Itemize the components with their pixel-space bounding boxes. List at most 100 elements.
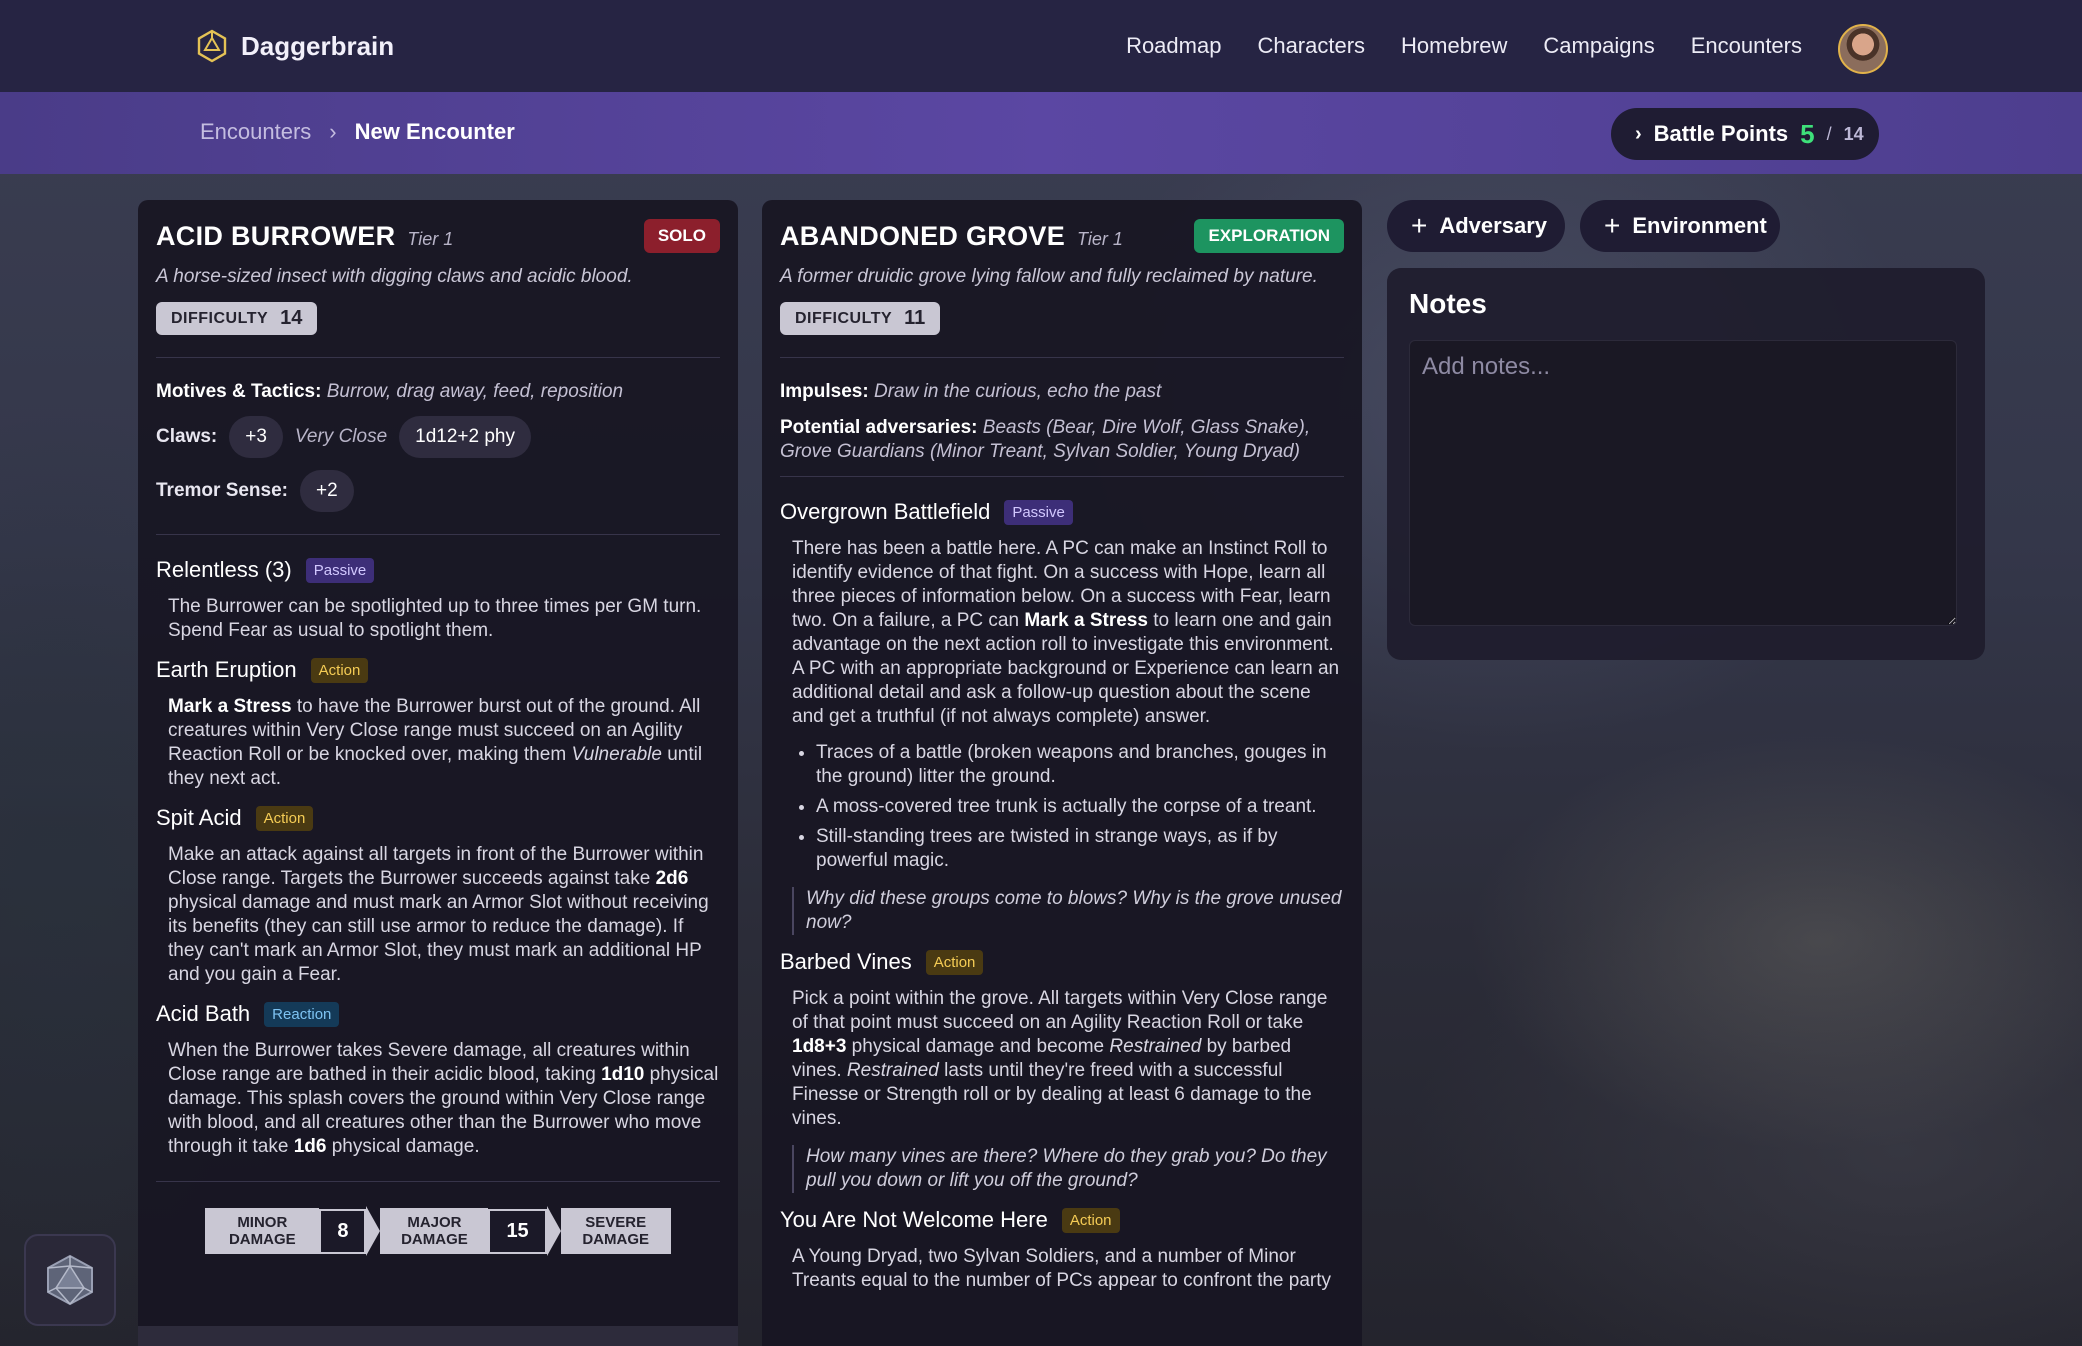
- potential-adversaries: Potential adversaries: Beasts (Bear, Dir…: [780, 416, 1344, 464]
- motives-value: Burrow, drag away, feed, reposition: [326, 381, 624, 402]
- feature-text-bold: 1d6: [293, 1136, 327, 1157]
- add-environment-button[interactable]: + Environment: [1580, 200, 1780, 252]
- impulses-label: Impulses:: [780, 381, 869, 402]
- feature-text-part: physical damage and become: [846, 1036, 1110, 1057]
- dice-roller-button[interactable]: [24, 1234, 116, 1326]
- nav-campaigns[interactable]: Campaigns: [1543, 33, 1654, 59]
- feature-header: You Are Not Welcome Here Action: [780, 1207, 1344, 1233]
- feature-text-bold: 1d10: [601, 1064, 645, 1085]
- avatar[interactable]: [1838, 24, 1888, 74]
- feature-text: Pick a point within the grove. All targe…: [780, 987, 1344, 1131]
- feature-question: Why did these groups come to blows? Why …: [792, 887, 1344, 935]
- feature-list: Traces of a battle (broken weapons and b…: [792, 741, 1344, 873]
- feature-question: How many vines are there? Where do they …: [792, 1145, 1344, 1193]
- environment-tier: Tier 1: [1077, 228, 1123, 249]
- feature-text-italic: Vulnerable: [571, 744, 662, 765]
- divider: [156, 534, 720, 535]
- card-footer: [138, 1326, 738, 1346]
- feature-kind-badge: Passive: [1004, 499, 1073, 525]
- feature-header: Barbed Vines Action: [780, 949, 1344, 975]
- impulses: Impulses: Draw in the curious, echo the …: [780, 380, 1344, 404]
- adversary-card: ACID BURROWER Tier 1 SOLO A horse-sized …: [138, 200, 738, 1346]
- difficulty-value: 11: [904, 307, 926, 329]
- chevron-right-icon: ›: [1635, 122, 1642, 145]
- feature-kind-badge: Passive: [305, 557, 375, 583]
- adversary-tier: Tier 1: [407, 228, 454, 249]
- divider: [780, 476, 1344, 477]
- environment-description: A former druidic grove lying fallow and …: [780, 266, 1318, 287]
- difficulty-value: 14: [280, 307, 303, 329]
- plus-icon: +: [1411, 210, 1428, 241]
- brand-name: Daggerbrain: [241, 30, 395, 61]
- top-nav: Daggerbrain Roadmap Characters Homebrew …: [0, 0, 2082, 93]
- feature-name: Barbed Vines: [780, 949, 912, 974]
- attack-name: Claws:: [156, 426, 218, 447]
- difficulty-label: DIFFICULTY: [171, 309, 269, 327]
- feature-text-italic: Restrained: [846, 1060, 939, 1081]
- battle-points-slash: /: [1826, 123, 1832, 144]
- feature-name: Earth Eruption: [156, 657, 297, 682]
- battle-points-button[interactable]: › Battle Points 5 / 14: [1611, 108, 1879, 160]
- breadcrumb-parent[interactable]: Encounters: [200, 119, 311, 145]
- plus-icon: +: [1604, 210, 1621, 241]
- notes-panel: Notes: [1387, 268, 1985, 660]
- divider: [156, 1181, 720, 1182]
- feature-name: Overgrown Battlefield: [780, 499, 991, 524]
- feature-header: Earth Eruption Action: [156, 657, 720, 683]
- difficulty-label: DIFFICULTY: [795, 309, 893, 327]
- feature-kind-badge: Reaction: [264, 1001, 340, 1027]
- add-adversary-button[interactable]: + Adversary: [1387, 200, 1565, 252]
- feature-text: There has been a battle here. A PC can m…: [780, 537, 1344, 873]
- threshold-major: MAJOR DAMAGE: [380, 1208, 489, 1254]
- threshold-minor: MINOR DAMAGE: [205, 1208, 320, 1254]
- d20-dice-icon: [47, 1254, 93, 1306]
- feature-name: Acid Bath: [156, 1001, 251, 1026]
- impulses-value: Draw in the curious, echo the past: [873, 381, 1162, 402]
- battle-points-max: 14: [1843, 123, 1864, 144]
- threshold-major-value: 8: [319, 1208, 367, 1254]
- feature-text-part: physical damage and must mark an Armor S…: [168, 892, 709, 985]
- threshold-arrow: [546, 1206, 561, 1256]
- threshold-severe: SEVERE DAMAGE: [560, 1208, 671, 1254]
- list-item: A moss-covered tree trunk is actually th…: [816, 795, 1344, 819]
- adversaries-label: Potential adversaries:: [780, 417, 978, 438]
- environment-card: ABANDONED GROVE Tier 1 EXPLORATION A for…: [762, 200, 1362, 1346]
- nav-roadmap[interactable]: Roadmap: [1126, 33, 1221, 59]
- threshold-arrow: [366, 1206, 381, 1256]
- nav-homebrew[interactable]: Homebrew: [1401, 33, 1507, 59]
- feature-text-bold: Mark a Stress: [168, 696, 292, 717]
- attack-bonus[interactable]: +3: [229, 416, 283, 458]
- feature-header: Acid Bath Reaction: [156, 1001, 720, 1027]
- attack-range: Very Close: [294, 426, 388, 447]
- feature-text: A Young Dryad, two Sylvan Soldiers, and …: [792, 1246, 1331, 1291]
- adversary-type-badge: SOLO: [643, 219, 720, 253]
- damage-thresholds: MINOR DAMAGE 8 MAJOR DAMAGE 15 SEVERE DA…: [156, 1206, 720, 1256]
- motives: Motives & Tactics: Burrow, drag away, fe…: [156, 380, 720, 404]
- difficulty-badge: DIFFICULTY 11: [780, 302, 941, 335]
- feature-kind-badge: Action: [310, 657, 369, 683]
- sense-row: Tremor Sense: +2: [156, 470, 720, 512]
- notes-title: Notes: [1409, 288, 1487, 319]
- feature-kind-badge: Action: [255, 805, 314, 831]
- main-nav: Roadmap Characters Homebrew Campaigns En…: [1126, 33, 1802, 59]
- feature-text: Make an attack against all targets in fr…: [156, 843, 720, 987]
- feature-text: When the Burrower takes Severe damage, a…: [156, 1039, 720, 1159]
- motives-label: Motives & Tactics:: [156, 381, 322, 402]
- sense-value[interactable]: +2: [300, 470, 354, 512]
- feature-header: Relentless (3) Passive: [156, 557, 720, 583]
- feature-text-italic: Restrained: [1109, 1036, 1202, 1057]
- brand[interactable]: Daggerbrain: [195, 29, 394, 63]
- adversary-description: A horse-sized insect with digging claws …: [156, 266, 633, 287]
- notes-textarea[interactable]: [1409, 340, 1957, 626]
- nav-encounters[interactable]: Encounters: [1691, 33, 1802, 59]
- breadcrumb-current: New Encounter: [354, 119, 515, 144]
- feature-name: Spit Acid: [156, 805, 242, 830]
- nav-characters[interactable]: Characters: [1257, 33, 1365, 59]
- feature-header: Overgrown Battlefield Passive: [780, 499, 1344, 525]
- add-adversary-label: Adversary: [1439, 213, 1547, 238]
- battle-points-label: Battle Points: [1653, 121, 1789, 146]
- feature-name: Relentless (3): [156, 557, 292, 582]
- feature-text-bold: Mark a Stress: [1024, 610, 1148, 631]
- attack-damage[interactable]: 1d12+2 phy: [399, 416, 531, 458]
- add-environment-label: Environment: [1632, 213, 1767, 238]
